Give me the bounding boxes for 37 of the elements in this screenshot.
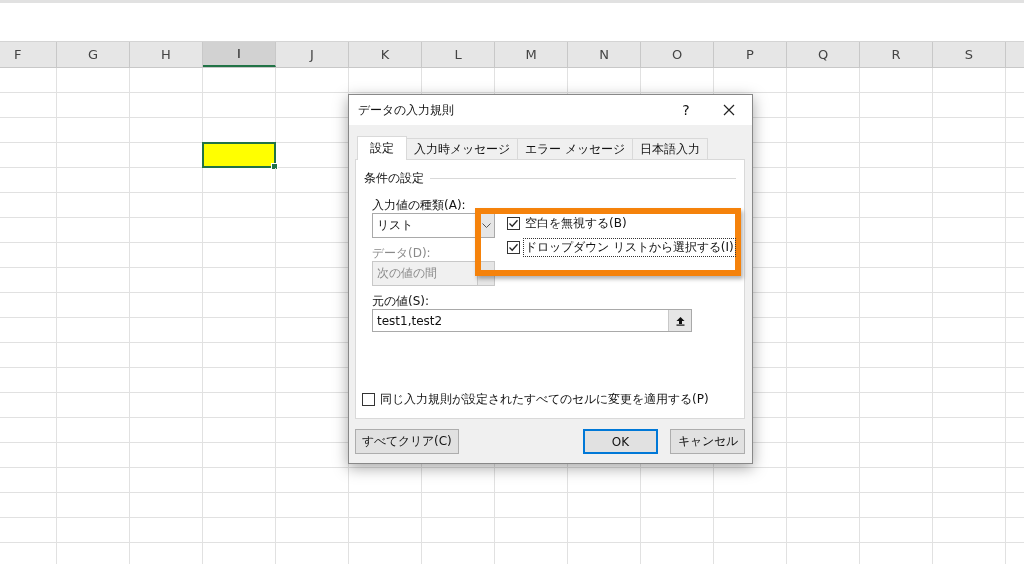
column-header[interactable]: S bbox=[933, 42, 1006, 67]
tab[interactable]: 設定 bbox=[357, 136, 407, 160]
source-field[interactable]: test1,test2 bbox=[372, 309, 692, 332]
column-header[interactable]: N bbox=[568, 42, 641, 67]
column-header[interactable]: Q bbox=[787, 42, 860, 67]
dialog-title: データの入力規則 bbox=[358, 101, 455, 119]
upload-arrow-icon bbox=[675, 315, 685, 326]
ok-button[interactable]: OK bbox=[583, 429, 658, 454]
column-header[interactable]: P bbox=[714, 42, 787, 67]
column-header[interactable]: J bbox=[276, 42, 349, 67]
column-header[interactable]: L bbox=[422, 42, 495, 67]
checkbox[interactable]: ドロップダウン リストから選択する(I) bbox=[507, 239, 735, 256]
checkbox-icon[interactable] bbox=[507, 217, 520, 230]
cancel-button[interactable]: キャンセル bbox=[670, 429, 745, 454]
column-header[interactable]: I bbox=[203, 42, 276, 67]
tab[interactable]: 日本語入力 bbox=[631, 138, 708, 159]
caret-icon bbox=[481, 223, 491, 228]
checkbox-icon[interactable] bbox=[507, 241, 520, 254]
close-icon bbox=[723, 104, 735, 116]
apply-all-checkbox[interactable]: 同じ入力規則が設定されたすべてのセルに変更を適用する(P) bbox=[362, 391, 736, 408]
field-label: 元の値(S): bbox=[372, 293, 430, 307]
column-header[interactable]: O bbox=[641, 42, 714, 67]
field-label: 入力値の種類(A): bbox=[372, 197, 466, 211]
help-button[interactable]: ? bbox=[666, 102, 706, 118]
column-header[interactable]: G bbox=[57, 42, 130, 67]
field-label: データ(D): bbox=[372, 245, 431, 259]
section-title: 条件の設定 bbox=[364, 170, 424, 187]
checkbox[interactable]: 空白を無視する(B) bbox=[507, 215, 735, 232]
column-header[interactable]: R bbox=[860, 42, 933, 67]
checkbox-icon[interactable] bbox=[362, 393, 375, 406]
column-header[interactable]: K bbox=[349, 42, 422, 67]
filled-cell[interactable] bbox=[202, 142, 276, 168]
collapse-button[interactable] bbox=[668, 310, 691, 331]
column-header[interactable]: F bbox=[0, 42, 57, 67]
column-header[interactable]: M bbox=[495, 42, 568, 67]
clear-all-button[interactable]: すべてクリア(C) bbox=[355, 429, 459, 454]
allow-dropdown[interactable]: リスト bbox=[372, 213, 495, 238]
